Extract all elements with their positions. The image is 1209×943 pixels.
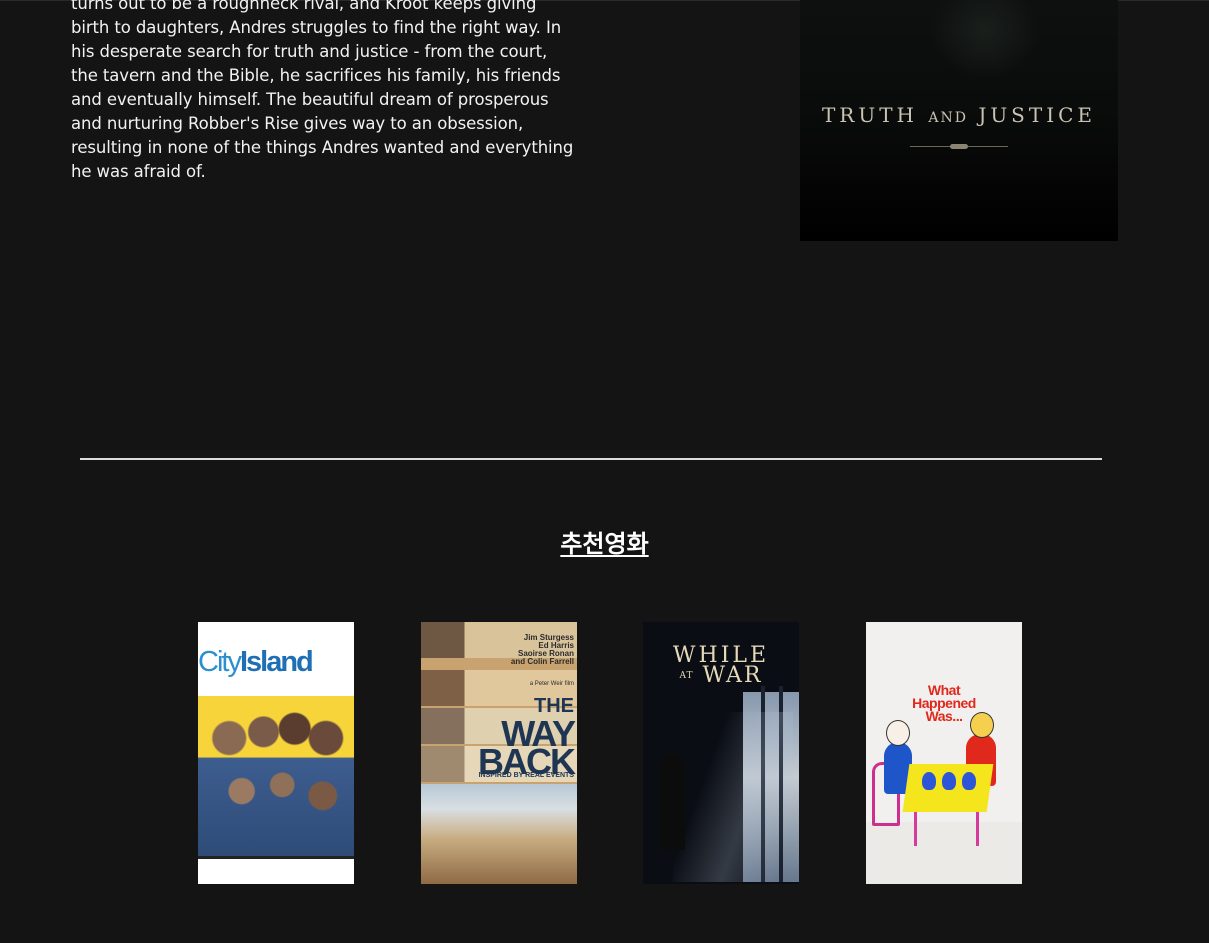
poster-title-part: AT [679, 671, 694, 681]
recommended-movie-poster-the-way-back[interactable]: Jim Sturgess Ed Harris Saoirse Ronan and… [421, 622, 577, 884]
poster-bottom-edge [198, 856, 354, 884]
synopsis-line: the tavern and the Bible, he sacrifices … [71, 66, 561, 85]
poster-bird [942, 772, 956, 790]
synopsis-line: he was afraid of. [71, 162, 206, 181]
poster-title-part: Island [239, 646, 314, 678]
poster-title: THE WAY BACK [478, 692, 576, 780]
poster-table-leg [914, 812, 917, 846]
poster-title-part: City [198, 646, 242, 678]
poster-figure [659, 754, 685, 850]
poster-tagline: INSPIRED BY REAL EVENTS [478, 772, 574, 779]
poster-figure-shadow [930, 0, 1040, 80]
main-movie-poster: TRUTH AND JUSTICE [800, 0, 1118, 241]
poster-floor [866, 822, 1022, 884]
poster-director: a Peter Weir film [529, 681, 574, 687]
movie-synopsis: turns out to be a roughneck rival, and K… [71, 0, 586, 184]
poster-title: WHILE AT WAR [643, 645, 799, 688]
synopsis-line: his desperate search for truth and justi… [71, 42, 548, 61]
synopsis-line: birth to daughters, Andres struggles to … [71, 18, 562, 37]
poster-cast-image [198, 710, 354, 866]
poster-table-leg [976, 812, 979, 846]
recommended-movies-title: 추천영화 [560, 530, 649, 558]
poster-title-word: TRUTH [821, 103, 918, 127]
poster-head-left [886, 720, 910, 746]
poster-light-beam [673, 712, 793, 882]
recommended-movie-poster-city-island[interactable]: CityIsland [198, 622, 354, 884]
recommended-movie-poster-what-happened-was[interactable]: What Happened Was... [866, 622, 1022, 884]
poster-title: What Happened Was... [866, 683, 1022, 724]
poster-title: CityIsland [198, 646, 314, 679]
poster-bird [962, 772, 976, 790]
poster-title-part: Was... [925, 708, 963, 724]
poster-ornament [910, 144, 1008, 149]
poster-title-part: WAR [702, 663, 763, 688]
poster-landscape [421, 784, 577, 884]
section-divider [80, 458, 1102, 460]
poster-title-word: AND [928, 110, 968, 126]
poster-title-word: JUSTICE [978, 103, 1097, 127]
poster-head-right [970, 712, 994, 738]
synopsis-line: and nurturing Robber's Rise gives way to… [71, 114, 524, 133]
synopsis-line: turns out to be a roughneck rival, and K… [71, 0, 537, 13]
poster-cast-names: Jim Sturgess Ed Harris Saoirse Ronan and… [511, 634, 574, 688]
poster-bird [922, 772, 936, 790]
main-poster-title: TRUTH AND JUSTICE [800, 103, 1118, 127]
synopsis-line: resulting in none of the things Andres w… [71, 138, 574, 157]
synopsis-line: and eventually himself. The beautiful dr… [71, 90, 549, 109]
recommended-movie-poster-while-at-war[interactable]: WHILE AT WAR [643, 622, 799, 884]
cast-name: and Colin Farrell [510, 657, 574, 666]
